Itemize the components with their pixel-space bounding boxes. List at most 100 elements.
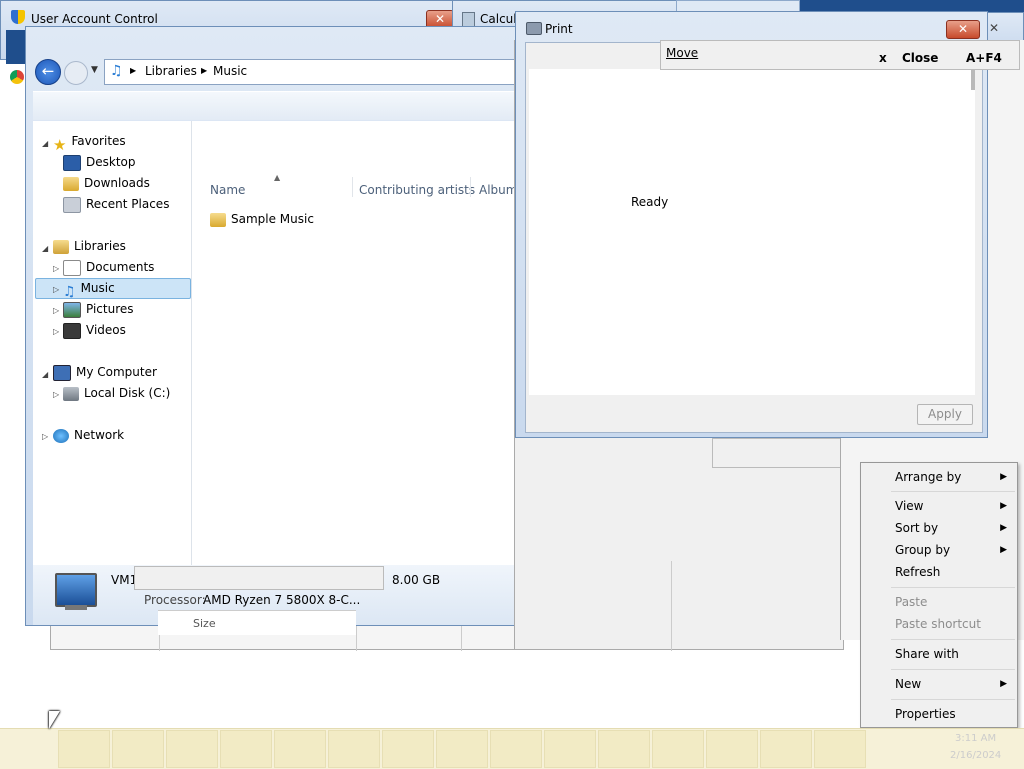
menu-properties[interactable]: Properties — [895, 704, 956, 724]
nav-videos[interactable]: Videos — [63, 320, 126, 340]
print-dialog: Print ✕ Ready Apply — [515, 11, 988, 438]
star-icon: ★ — [53, 135, 67, 154]
expand-computer-icon[interactable]: ◢ — [42, 370, 48, 379]
calc-title: Calcul — [480, 12, 517, 26]
taskbar-window-button[interactable] — [760, 730, 812, 768]
taskbar-media-button[interactable] — [112, 730, 164, 768]
print-close-button[interactable]: ✕ — [946, 20, 980, 39]
nav-libraries[interactable]: Libraries — [53, 236, 126, 256]
ghost-panel — [134, 566, 384, 590]
taskbar-date[interactable]: 2/16/2024 — [950, 750, 1001, 761]
background-close-icon[interactable]: ✕ — [989, 21, 999, 35]
taskbar-explorer-button[interactable] — [58, 730, 110, 768]
nav-documents[interactable]: Documents — [63, 257, 154, 277]
menu-sort-by[interactable]: Sort by ▶ — [895, 518, 1013, 538]
expand-documents-icon[interactable]: ▷ — [53, 264, 59, 273]
column-header-contributing-artists[interactable]: Contributing artists — [359, 183, 475, 197]
expand-favorites-icon[interactable]: ◢ — [42, 139, 48, 148]
music-note-icon: ♫ — [110, 63, 123, 79]
taskbar-window-button[interactable] — [274, 730, 326, 768]
nav-desktop[interactable]: Desktop — [63, 152, 136, 172]
print-status: Ready — [631, 195, 669, 209]
expand-network-icon[interactable]: ▷ — [42, 432, 48, 441]
taskbar-window-button[interactable] — [436, 730, 488, 768]
print-preview-area: Ready — [529, 69, 975, 395]
folder-icon — [210, 212, 226, 227]
uac-shield-icon — [11, 10, 25, 24]
taskbar-window-button[interactable] — [652, 730, 704, 768]
breadcrumb-libraries[interactable]: Libraries — [145, 64, 197, 78]
nav-pictures[interactable]: Pictures — [63, 299, 134, 319]
menu-separator — [891, 699, 1015, 700]
menu-refresh[interactable]: Refresh — [895, 562, 940, 582]
nav-my-computer[interactable]: My Computer — [53, 362, 157, 382]
menu-paste-shortcut[interactable]: Paste shortcut — [895, 614, 981, 634]
apply-label: Apply — [928, 407, 962, 421]
nav-local-disk[interactable]: Local Disk (C:) — [63, 383, 170, 403]
menu-close-x: x — [879, 51, 887, 65]
expand-pictures-icon[interactable]: ▷ — [53, 306, 59, 315]
nav-network[interactable]: Network — [53, 425, 124, 445]
taskbar-window-button[interactable] — [328, 730, 380, 768]
memory-value: 8.00 GB — [392, 573, 441, 587]
menu-new[interactable]: New ▶ — [895, 674, 1013, 694]
expand-libraries-icon[interactable]: ◢ — [42, 244, 48, 253]
menu-separator — [891, 587, 1015, 588]
menu-separator — [891, 669, 1015, 670]
recent-pages-chevron-down-icon[interactable]: ▼ — [91, 65, 98, 75]
menu-share-with[interactable]: Share with — [895, 644, 959, 664]
nav-downloads[interactable]: Downloads — [63, 173, 150, 193]
taskbar-window-button[interactable] — [544, 730, 596, 768]
expand-videos-icon[interactable]: ▷ — [53, 327, 59, 336]
context-menu: Arrange by ▶ View ▶ Sort by ▶ Group by ▶ Ref… — [860, 462, 1018, 728]
nav-recent-places[interactable]: Recent Places — [63, 194, 169, 214]
uac-title: User Account Control — [31, 12, 158, 26]
menu-separator — [891, 639, 1015, 640]
menu-view[interactable]: View ▶ — [895, 496, 1013, 516]
pictures-icon — [63, 301, 81, 318]
column-header-name[interactable]: Name — [210, 183, 245, 197]
forward-button[interactable] — [64, 61, 88, 85]
mouse-cursor-icon — [49, 711, 60, 729]
computer-stand-icon — [65, 605, 87, 610]
menu-close-shortcut: A+F4 — [966, 51, 1002, 65]
submenu-arrow-icon: ▶ — [1000, 523, 1007, 533]
print-scrollbar[interactable] — [971, 70, 975, 90]
print-body: Ready Apply — [525, 42, 983, 433]
column-header-album[interactable]: Album — [479, 183, 517, 197]
expand-music-icon[interactable]: ▷ — [53, 285, 59, 294]
file-item-sample-music[interactable]: Sample Music — [210, 209, 314, 229]
breadcrumb-separator-icon: ▶ — [201, 66, 208, 75]
system-menu: Move x Close A+F4 — [660, 40, 1020, 70]
menu-move[interactable]: Move — [666, 46, 698, 60]
menu-paste[interactable]: Paste — [895, 592, 927, 612]
address-bar[interactable]: ♫ ▶ Libraries ▶ Music — [104, 59, 536, 85]
hard-drive-icon — [63, 386, 79, 401]
menu-group-by[interactable]: Group by ▶ — [895, 540, 1013, 560]
music-note-icon: ♫ — [63, 283, 76, 300]
documents-icon — [63, 259, 81, 276]
breadcrumb-music[interactable]: Music — [213, 64, 247, 78]
explorer-window: ← ▼ ♫ ▶ Libraries ▶ Music ◢ ★ Favorites D… — [25, 26, 536, 626]
apply-button[interactable]: Apply — [917, 404, 973, 425]
nav-favorites[interactable]: ★ Favorites — [53, 131, 126, 154]
expand-local-disk-icon[interactable]: ▷ — [53, 390, 59, 399]
menu-close[interactable]: Close — [902, 51, 938, 65]
videos-icon — [63, 322, 81, 339]
taskbar-window-button[interactable] — [490, 730, 542, 768]
taskbar-window-button[interactable] — [814, 730, 866, 768]
taskbar-window-button[interactable] — [598, 730, 650, 768]
blue-edge-strip — [6, 30, 26, 64]
sort-ascending-icon: ▲ — [274, 173, 281, 182]
taskbar-window-button[interactable] — [382, 730, 434, 768]
taskbar-window-button[interactable] — [220, 730, 272, 768]
back-button[interactable]: ← — [35, 59, 61, 85]
submenu-arrow-icon: ▶ — [1000, 472, 1007, 482]
menu-arrange-by[interactable]: Arrange by ▶ — [895, 467, 1013, 487]
nav-music[interactable]: ♫ Music — [63, 278, 115, 300]
taskbar-window-button[interactable] — [706, 730, 758, 768]
taskbar-clock[interactable]: 3:11 AM — [955, 733, 996, 744]
computer-icon — [53, 364, 71, 381]
taskbar-chrome-button[interactable] — [166, 730, 218, 768]
processor-label: Processor: — [144, 593, 206, 607]
